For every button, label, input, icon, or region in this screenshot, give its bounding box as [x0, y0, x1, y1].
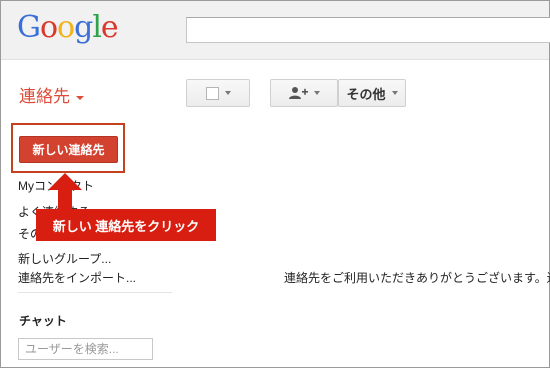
- user-search-input[interactable]: [18, 338, 153, 360]
- logo-letter: o: [39, 10, 58, 45]
- app-title-label: 連絡先: [19, 87, 70, 106]
- more-button-label: その他: [346, 86, 386, 102]
- chat-heading: チャット: [19, 314, 67, 328]
- new-group-link[interactable]: 新しいグループ...: [18, 250, 111, 267]
- chevron-down-icon: [224, 91, 231, 95]
- chevron-down-icon: [314, 91, 320, 95]
- caret-down-icon: [76, 95, 84, 100]
- search-input[interactable]: [186, 17, 550, 43]
- welcome-message: 連絡先をご利用いただきありがとうございます。連: [284, 271, 550, 285]
- logo-letter: o: [57, 10, 75, 45]
- logo-letter: g: [74, 10, 93, 45]
- google-logo[interactable]: Google: [17, 10, 119, 46]
- chevron-down-icon: [391, 91, 398, 95]
- logo-letter: e: [100, 10, 119, 45]
- app-title-menu[interactable]: 連絡先: [19, 82, 84, 107]
- checkbox-icon: [205, 86, 219, 100]
- new-contact-label: 新しい連絡先: [32, 143, 105, 157]
- new-contact-button[interactable]: 新しい連絡先: [19, 136, 118, 163]
- more-button[interactable]: その他: [338, 79, 406, 107]
- logo-letter: l: [92, 10, 102, 45]
- callout-text: 新しい 連絡先をクリック: [52, 218, 200, 234]
- top-bar: Google: [1, 1, 550, 60]
- arrow-up-icon: [48, 173, 82, 213]
- add-to-group-button[interactable]: [270, 79, 338, 107]
- logo-letter: G: [17, 10, 41, 45]
- person-add-icon: [289, 87, 308, 99]
- instruction-callout: 新しい 連絡先をクリック: [36, 209, 216, 241]
- select-checkbox-button[interactable]: [186, 79, 250, 107]
- sidebar-divider: [18, 292, 172, 293]
- import-contacts-link[interactable]: 連絡先をインポート...: [18, 269, 136, 286]
